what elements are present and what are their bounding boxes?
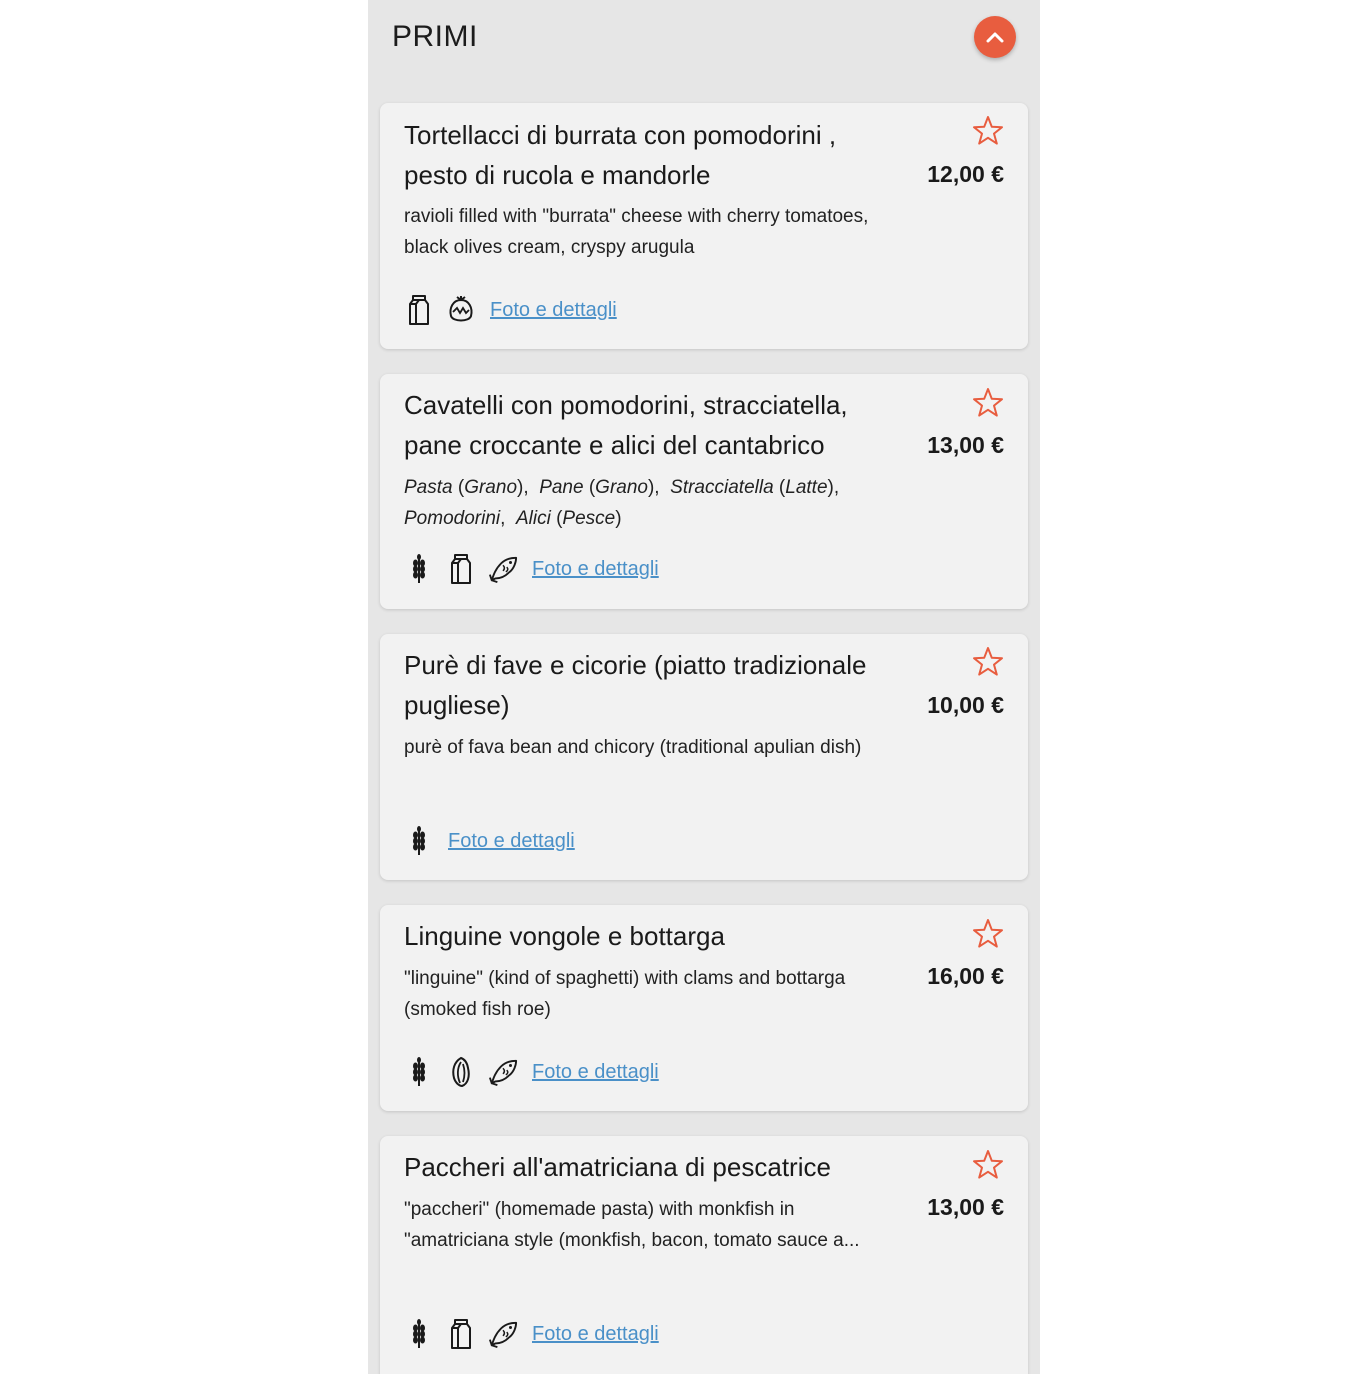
dish-card[interactable]: Cavatelli con pomodorini, stracciatella,…	[380, 374, 1028, 609]
ingredient-name: Pane	[539, 477, 584, 498]
chevron-up-icon	[986, 32, 1004, 43]
dish-description: "paccheri" (homemade pasta) with monkfis…	[404, 1199, 860, 1251]
collapse-section-button[interactable]	[974, 16, 1016, 58]
wheat-icon	[404, 1318, 434, 1350]
dish-ingredients: Pasta (Grano), Pane (Grano), Stracciatel…	[404, 477, 840, 529]
milk-icon	[446, 1318, 476, 1350]
dish-title: Paccheri all'amatriciana di pescatrice	[404, 1152, 831, 1182]
ingredient-allergen: Grano	[595, 477, 648, 498]
dish-price: 12,00 €	[927, 161, 1004, 187]
dish-card[interactable]: Purè di fave e cicorie (piatto tradizion…	[380, 634, 1028, 880]
allergen-icons: Foto e dettagli	[404, 292, 617, 328]
ingredient-allergen: Grano	[464, 477, 518, 498]
section-title: PRIMI	[392, 20, 478, 53]
menu-section-panel: PRIMI Tortellacci di burrata con pomodor…	[368, 0, 1040, 1374]
dish-description: "linguine" (kind of spaghetti) with clam…	[404, 968, 846, 1020]
favorite-star-icon[interactable]	[972, 918, 1004, 950]
dish-title: Purè di fave e cicorie (piatto tradizion…	[404, 650, 867, 720]
photo-details-link[interactable]: Foto e dettagli	[490, 299, 617, 322]
ingredient-name: Alici	[515, 508, 551, 529]
wheat-icon	[404, 1056, 434, 1088]
ingredient-allergen: Pesce	[562, 508, 616, 529]
favorite-star-icon[interactable]	[972, 1149, 1004, 1181]
mollusc-icon	[446, 1056, 476, 1088]
milk-icon	[446, 553, 476, 585]
ingredient-name: Pomodorini	[404, 508, 501, 529]
dish-card[interactable]: Linguine vongole e bottarga 16,00 € "lin…	[380, 905, 1028, 1111]
dish-price: 16,00 €	[927, 963, 1004, 989]
dish-price: 13,00 €	[927, 1194, 1004, 1220]
dish-description: ravioli filled with "burrata" cheese wit…	[404, 206, 869, 258]
dish-title: Cavatelli con pomodorini, stracciatella,…	[404, 390, 848, 460]
allergen-icons: Foto e dettagli	[404, 1054, 659, 1090]
dish-card[interactable]: Tortellacci di burrata con pomodorini , …	[380, 103, 1028, 349]
photo-details-link[interactable]: Foto e dettagli	[532, 1323, 659, 1346]
milk-icon	[404, 294, 434, 326]
ingredient-name: Pasta	[404, 477, 453, 498]
favorite-star-icon[interactable]	[972, 387, 1004, 419]
dish-price: 10,00 €	[927, 692, 1004, 718]
section-header: PRIMI	[368, 0, 1040, 78]
allergen-icons: Foto e dettagli	[404, 823, 575, 859]
wheat-icon	[404, 825, 434, 857]
allergen-icons: Foto e dettagli	[404, 551, 659, 587]
dish-price: 13,00 €	[927, 432, 1004, 458]
photo-details-link[interactable]: Foto e dettagli	[532, 558, 659, 581]
ingredient-allergen: Latte	[785, 477, 828, 498]
fish-icon	[488, 1056, 518, 1088]
favorite-star-icon[interactable]	[972, 115, 1004, 147]
photo-details-link[interactable]: Foto e dettagli	[532, 1061, 659, 1084]
allergen-icons: Foto e dettagli	[404, 1316, 659, 1352]
photo-details-link[interactable]: Foto e dettagli	[448, 830, 575, 853]
fish-icon	[488, 553, 518, 585]
fish-icon	[488, 1318, 518, 1350]
ingredient-name: Stracciatella	[670, 477, 774, 498]
nuts-icon	[446, 294, 476, 326]
dish-card[interactable]: Paccheri all'amatriciana di pescatrice 1…	[380, 1136, 1028, 1374]
dish-title: Linguine vongole e bottarga	[404, 921, 725, 951]
favorite-star-icon[interactable]	[972, 646, 1004, 678]
dish-description: purè of fava bean and chicory (tradition…	[404, 737, 862, 758]
wheat-icon	[404, 553, 434, 585]
dish-title: Tortellacci di burrata con pomodorini , …	[404, 120, 837, 190]
